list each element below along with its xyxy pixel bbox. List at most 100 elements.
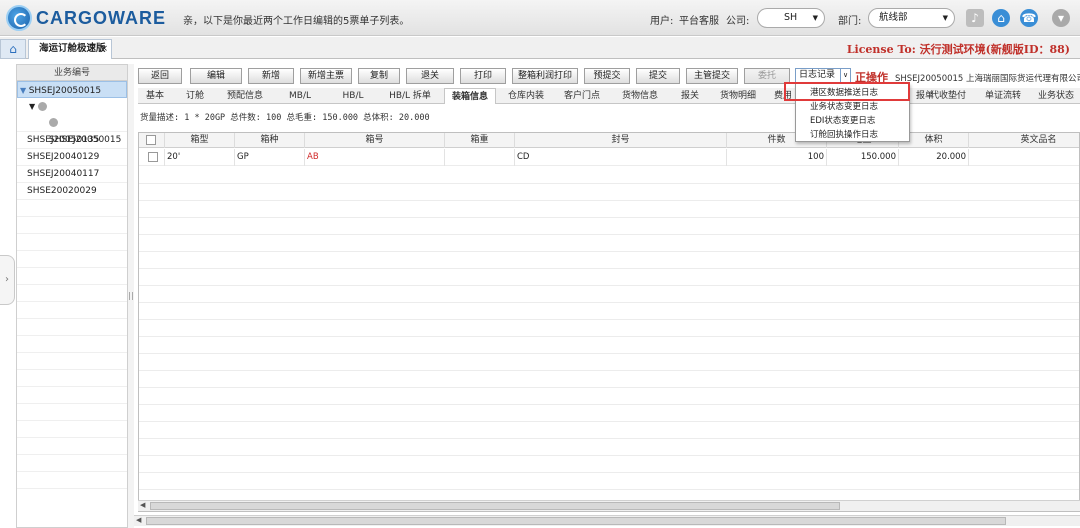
tab-preallocation[interactable]: 预配信息 [218, 88, 272, 104]
empty-row [139, 184, 1079, 201]
select-all-cell [139, 133, 165, 148]
highlight-box [784, 82, 910, 101]
folder-badge-icon [37, 102, 47, 111]
profit-print-button[interactable]: 整箱利润打印 [512, 68, 578, 84]
col-header[interactable]: 封号 [515, 133, 727, 148]
col-header[interactable]: 箱型 [165, 133, 235, 148]
tab-cargo-info[interactable]: 货物信息 [612, 88, 668, 104]
company-select[interactable]: SH ▼ [757, 8, 825, 28]
tab-basic[interactable]: 基本 [138, 88, 172, 104]
tab-cargo-detail[interactable]: 货物明细 [712, 88, 764, 104]
list-item[interactable]: SHSEJ20040117 [17, 166, 127, 183]
tree-root-item[interactable]: ▼ SHSEJ20050015 [17, 81, 127, 98]
cell-container-no[interactable]: AB [305, 149, 445, 166]
scroll-left-icon[interactable]: ◀ [140, 501, 145, 509]
cell-qty[interactable]: 100 [727, 149, 827, 166]
submit-button[interactable]: 提交 [636, 68, 680, 84]
close-icon[interactable]: × [100, 40, 108, 58]
select-all-checkbox[interactable] [146, 135, 156, 145]
scroll-thumb[interactable] [150, 502, 840, 510]
empty-list-row [17, 285, 127, 302]
empty-list-row [17, 336, 127, 353]
chevron-down-icon: ▼ [942, 14, 948, 22]
empty-list-row [17, 421, 127, 438]
list-item[interactable]: SHSE20020029 [17, 183, 127, 200]
col-header[interactable]: 箱重 [445, 133, 515, 148]
menu-item-booking-receipt-log[interactable]: 订舱回执操作日志 [796, 128, 909, 142]
pane-splitter[interactable] [128, 64, 134, 528]
tab-business-status[interactable]: 业务状态 [1032, 88, 1080, 104]
list-item[interactable]: SHSEJ20040129 [17, 149, 127, 166]
empty-row [139, 371, 1079, 388]
menu-down-icon[interactable]: ▾ [1052, 9, 1070, 27]
tab-warehouse[interactable]: 仓库内装 [500, 88, 552, 104]
new-button[interactable]: 新增 [248, 68, 294, 84]
grip-icon [129, 292, 133, 300]
col-header[interactable]: 英文品名 [969, 133, 1079, 148]
manager-submit-button[interactable]: 主管提交 [686, 68, 738, 84]
headset-icon[interactable]: ☎ [1020, 9, 1038, 27]
scroll-left-icon[interactable]: ◀ [136, 516, 141, 524]
col-header[interactable]: 箱号 [305, 133, 445, 148]
empty-row [139, 320, 1079, 337]
tab-booking[interactable]: 订舱 [174, 88, 216, 104]
tab-hbl-split[interactable]: HB/L 拆单 [380, 88, 440, 104]
row-select-cell [139, 149, 165, 166]
print-button[interactable]: 打印 [460, 68, 506, 84]
home-icon[interactable]: ⌂ [992, 9, 1010, 27]
empty-list-row [17, 404, 127, 421]
cell-english-name[interactable] [969, 149, 1079, 166]
tab-customer-door[interactable]: 客户门点 [556, 88, 608, 104]
table-row[interactable]: 20' GP AB CD 100 150.000 20.000 [139, 149, 1079, 166]
home-tab-icon[interactable]: ⌂ [0, 39, 26, 59]
triangle-down-icon: ▼ [29, 102, 38, 111]
triangle-down-icon: ▼ [20, 86, 29, 95]
cell-gross-weight[interactable]: 150.000 [827, 149, 899, 166]
tab-container-info[interactable]: 装箱信息 [444, 88, 496, 104]
company-label: 公司: [726, 16, 750, 27]
tab-customs[interactable]: 报关 [670, 88, 710, 104]
empty-list-row [17, 353, 127, 370]
pre-submit-button[interactable]: 预提交 [584, 68, 630, 84]
empty-list-row [17, 200, 127, 217]
cell-type[interactable]: 20' [165, 149, 235, 166]
shut-out-button[interactable]: 退关 [406, 68, 454, 84]
empty-row [139, 405, 1079, 422]
tab-hbl[interactable]: HB/L [328, 88, 378, 104]
empty-list-row [17, 319, 127, 336]
tab-document-flow[interactable]: 单证流转 [976, 88, 1030, 104]
empty-row [139, 473, 1079, 490]
list-header: 业务编号 [17, 65, 127, 81]
page-horizontal-scrollbar[interactable]: ◀ [134, 515, 1080, 526]
tab-advance-payment[interactable]: 代收垫付 [922, 88, 974, 104]
grid-horizontal-scrollbar[interactable]: ◀ [138, 500, 1080, 511]
menu-item-status-change-log[interactable]: 业务状态变更日志 [796, 100, 909, 114]
menu-item-edi-status-log[interactable]: EDI状态变更日志 [796, 114, 909, 128]
tab-mbl[interactable]: MB/L [274, 88, 326, 104]
empty-list-row [17, 438, 127, 455]
cell-kind[interactable]: GP [235, 149, 305, 166]
edit-button[interactable]: 编辑 [190, 68, 242, 84]
new-master-button[interactable]: 新增主票 [300, 68, 352, 84]
cell-tare[interactable] [445, 149, 515, 166]
col-header[interactable]: 箱种 [235, 133, 305, 148]
empty-row [139, 286, 1079, 303]
sidebar-toggle[interactable]: › [0, 255, 15, 305]
cell-seal[interactable]: CD [515, 149, 727, 166]
dept-select[interactable]: 航线部 ▼ [868, 8, 955, 28]
copy-button[interactable]: 复制 [358, 68, 400, 84]
row-checkbox[interactable] [148, 152, 158, 162]
scroll-thumb[interactable] [146, 517, 1006, 525]
license-text: License To: 沃行测试环境(新舰版ID：88) [846, 43, 1070, 56]
empty-row [139, 456, 1079, 473]
recent-notice[interactable]: 亲，以下是你最近两个工作日编辑的5票单子列表。 [183, 12, 409, 27]
tab-sea-booking[interactable]: 海运订舱极速版 × [28, 39, 112, 59]
bell-icon[interactable]: ♪ [966, 9, 984, 27]
tree-child-item[interactable]: SHSEJ20050015 [17, 115, 127, 145]
back-button[interactable]: 返回 [138, 68, 182, 84]
empty-list-row [17, 268, 127, 285]
log-select[interactable]: 日志记录 ∨ [795, 68, 851, 83]
cell-volume[interactable]: 20.000 [899, 149, 969, 166]
left-pane: 业务编号 ▼ SHSEJ20050015 ▼ SHSEJ20050015 SHS… [16, 64, 128, 528]
tree-folder-node[interactable]: ▼ [17, 98, 127, 115]
